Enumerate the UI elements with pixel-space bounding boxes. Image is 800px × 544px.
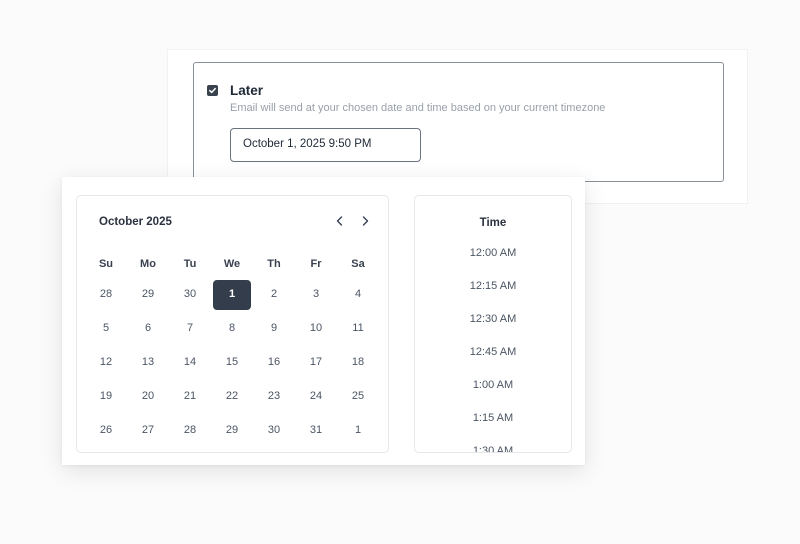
day-cell[interactable]: 25: [339, 382, 377, 412]
chevron-right-icon: [362, 216, 369, 226]
weekday-label: We: [223, 258, 241, 270]
weekday-label: Sa: [351, 258, 365, 270]
later-option[interactable]: Later Email will send at your chosen dat…: [193, 62, 724, 182]
weekday-label: Mo: [140, 258, 156, 270]
day-cell[interactable]: 11: [339, 314, 377, 344]
day-cell[interactable]: 9: [255, 314, 293, 344]
weekday-label: Fr: [310, 258, 322, 270]
day-cell[interactable]: 7: [171, 314, 209, 344]
later-checkbox[interactable]: [207, 85, 218, 96]
day-cell[interactable]: 8: [213, 314, 251, 344]
day-cell[interactable]: 16: [255, 348, 293, 378]
day-cell[interactable]: 5: [87, 314, 125, 344]
day-cell[interactable]: 18: [339, 348, 377, 378]
time-option[interactable]: 12:00 AM: [415, 247, 571, 259]
time-panel: Time 12:00 AM 12:15 AM 12:30 AM 12:45 AM 1:0…: [414, 195, 572, 453]
day-cell[interactable]: 1: [339, 416, 377, 446]
day-cell[interactable]: 24: [297, 382, 335, 412]
day-cell[interactable]: 30: [171, 280, 209, 310]
weekday-label: Tu: [183, 258, 197, 270]
weekday-label: Su: [98, 258, 114, 270]
day-cell[interactable]: 13: [129, 348, 167, 378]
time-option[interactable]: 1:00 AM: [415, 379, 571, 391]
day-cell[interactable]: 15: [213, 348, 251, 378]
day-cell-selected[interactable]: 1: [213, 280, 251, 310]
day-cell[interactable]: 4: [339, 280, 377, 310]
day-cell[interactable]: 23: [255, 382, 293, 412]
chevron-left-icon: [336, 216, 343, 226]
time-option[interactable]: 12:45 AM: [415, 346, 571, 358]
day-cell[interactable]: 28: [87, 280, 125, 310]
day-cell[interactable]: 17: [297, 348, 335, 378]
day-cell[interactable]: 3: [297, 280, 335, 310]
day-cell[interactable]: 2: [255, 280, 293, 310]
calendar-month-label: October 2025: [99, 216, 172, 228]
day-cell[interactable]: 21: [171, 382, 209, 412]
next-month-button[interactable]: [357, 213, 373, 229]
calendar-panel: October 2025 Su Mo Tu We Th Fr Sa 28 29 30 1 2 3 4 5 6…: [76, 195, 389, 453]
day-cell[interactable]: 6: [129, 314, 167, 344]
day-cell[interactable]: 31: [297, 416, 335, 446]
time-option[interactable]: 1:15 AM: [415, 412, 571, 424]
day-cell[interactable]: 26: [87, 416, 125, 446]
option-title: Later: [230, 83, 264, 98]
time-list[interactable]: 12:00 AM 12:15 AM 12:30 AM 12:45 AM 1:00 AM 1…: [415, 196, 571, 452]
check-icon: [209, 87, 216, 94]
day-cell[interactable]: 10: [297, 314, 335, 344]
day-cell[interactable]: 22: [213, 382, 251, 412]
prev-month-button[interactable]: [332, 213, 348, 229]
day-cell[interactable]: 29: [129, 280, 167, 310]
day-cell[interactable]: 19: [87, 382, 125, 412]
datetime-picker-popover: October 2025 Su Mo Tu We Th Fr Sa 28 29 30 1 2 3 4 5 6…: [62, 177, 585, 465]
day-cell[interactable]: 20: [129, 382, 167, 412]
datetime-input[interactable]: October 1, 2025 9:50 PM: [230, 128, 421, 162]
time-option[interactable]: 12:30 AM: [415, 313, 571, 325]
day-cell[interactable]: 30: [255, 416, 293, 446]
weekday-label: Th: [267, 258, 281, 270]
day-cell[interactable]: 12: [87, 348, 125, 378]
day-cell[interactable]: 28: [171, 416, 209, 446]
day-cell[interactable]: 27: [129, 416, 167, 446]
time-option[interactable]: 12:15 AM: [415, 280, 571, 292]
option-description: Email will send at your chosen date and …: [230, 102, 606, 114]
time-option[interactable]: 1:30 AM: [415, 445, 571, 452]
day-cell[interactable]: 29: [213, 416, 251, 446]
day-cell[interactable]: 14: [171, 348, 209, 378]
